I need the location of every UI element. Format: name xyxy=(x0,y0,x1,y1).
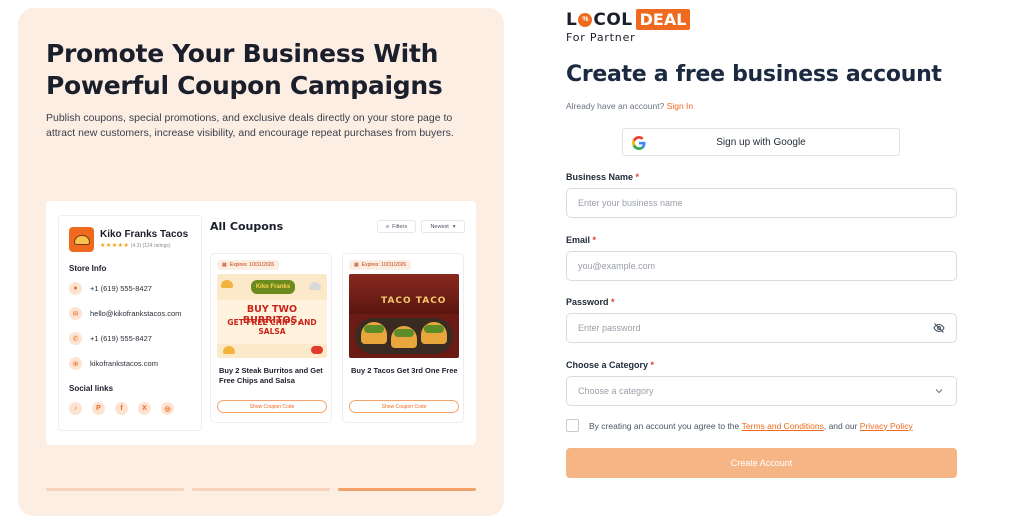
store-card: Kiko Franks Tacos ★★★★★ (4.3) (124 ratin… xyxy=(58,215,202,431)
carousel-indicator-1[interactable] xyxy=(46,488,184,491)
instagram-icon[interactable]: ◎ xyxy=(161,402,174,415)
carousel-indicator-2[interactable] xyxy=(192,488,330,491)
business-name-input[interactable]: Enter your business name xyxy=(566,188,957,218)
terms-link[interactable]: Terms and Conditions xyxy=(742,421,824,431)
tiktok-icon[interactable]: ♪ xyxy=(69,402,82,415)
category-placeholder: Choose a category xyxy=(578,386,654,396)
brand-logo[interactable]: L % COL DEAL xyxy=(566,9,691,30)
location-pin-icon: ● xyxy=(69,282,82,295)
coupon-image: TACO TACO xyxy=(349,274,459,358)
rating-text: (4.3) (124 ratings) xyxy=(130,243,171,249)
coupon-image-line-2: GET FREE CHIPS AND SALSA xyxy=(227,318,317,336)
show-coupon-code-button[interactable]: Show Coupon Code xyxy=(217,400,327,413)
facebook-icon[interactable]: f xyxy=(115,402,128,415)
tortilla-decoration-icon xyxy=(309,282,321,290)
expiry-text: Expires: 10/31/2026 xyxy=(229,262,275,268)
phone-icon: ✆ xyxy=(69,332,82,345)
all-coupons-heading: All Coupons xyxy=(210,220,284,233)
caret-down-icon: ▾ xyxy=(452,223,456,230)
store-website-row: ⊕ kikofrankstacos.com xyxy=(69,357,158,370)
social-links-heading: Social links xyxy=(69,384,114,393)
expiry-text: Expires: 10/31/2026 xyxy=(361,262,407,268)
email-label: Email * xyxy=(566,235,597,245)
store-name: Kiko Franks Tacos xyxy=(100,229,189,240)
taco-decoration-icon xyxy=(221,280,233,288)
sort-label: Newest xyxy=(430,223,449,230)
mail-icon: ✉ xyxy=(69,307,82,320)
expiry-badge: ▦ Expires: 10/31/2026 xyxy=(217,260,280,270)
promo-description: Publish coupons, special promotions, and… xyxy=(46,112,454,139)
coupon-image-sign: TACO TACO xyxy=(381,296,447,306)
calendar-icon: ▦ xyxy=(354,262,359,268)
filters-button[interactable]: ≡ Filters xyxy=(377,220,416,233)
expiry-badge: ▦ Expires: 10/31/2026 xyxy=(349,260,412,270)
store-rating: ★★★★★ (4.3) (124 ratings) xyxy=(100,242,171,249)
store-phone-row-2: ✆ +1 (619) 555-8427 xyxy=(69,332,152,345)
sign-in-link[interactable]: Sign In xyxy=(667,101,693,111)
google-button-label: Sign up with Google xyxy=(716,136,806,148)
google-icon xyxy=(632,136,646,150)
store-phone-2: +1 (619) 555-8427 xyxy=(90,334,152,343)
google-signup-button[interactable]: Sign up with Google xyxy=(622,128,900,156)
coupon-card[interactable]: ▦ Expires: 10/31/2026 TACO TACO Buy 2 Ta… xyxy=(342,253,464,423)
privacy-link[interactable]: Privacy Policy xyxy=(860,421,913,431)
sign-in-prompt: Already have an account? Sign In xyxy=(566,101,693,111)
promo-panel: Promote Your Business With Powerful Coup… xyxy=(18,8,504,516)
social-links: ♪ P f X ◎ xyxy=(69,402,174,415)
coupon-card[interactable]: ▦ Expires: 10/31/2026 Kiko Franks BUY TW… xyxy=(210,253,332,423)
coupon-image: Kiko Franks BUY TWO BURRITOS, GET FREE C… xyxy=(217,274,327,358)
globe-icon: ⊕ xyxy=(69,357,82,370)
already-have-account-text: Already have an account? xyxy=(566,101,665,111)
coupon-image-brand: Kiko Franks xyxy=(251,280,295,294)
terms-prefix-text: By creating an account you agree to the xyxy=(589,420,740,431)
terms-middle-text: , and our xyxy=(823,420,858,431)
sort-dropdown[interactable]: Newest ▾ xyxy=(421,220,465,233)
percent-badge-icon: % xyxy=(578,12,593,27)
eye-off-icon[interactable] xyxy=(933,322,945,334)
coupon-title: Buy 2 Tacos Get 3rd One Free xyxy=(351,366,458,375)
rating-stars-icon: ★★★★★ xyxy=(100,243,130,249)
category-label: Choose a Category * xyxy=(566,360,655,370)
show-coupon-code-button[interactable]: Show Coupon Code xyxy=(349,400,459,413)
promo-title: Promote Your Business With Powerful Coup… xyxy=(46,39,443,100)
logo-deal: DEAL xyxy=(635,9,691,30)
password-placeholder: Enter password xyxy=(578,323,641,333)
coupon-title: Buy 2 Steak Burritos and Get Free Chips … xyxy=(219,366,323,385)
store-email: hello@kikofrankstacos.com xyxy=(90,309,182,318)
taco-decoration-icon xyxy=(223,346,235,354)
password-input[interactable]: Enter password xyxy=(566,313,957,343)
logo-subtitle: For Partner xyxy=(566,31,636,44)
terms-checkbox[interactable] xyxy=(566,419,579,432)
store-logo xyxy=(69,227,94,252)
business-name-label: Business Name * xyxy=(566,172,640,182)
terms-agreement: By creating an account you agree to the … xyxy=(566,419,913,432)
chevron-down-icon xyxy=(935,389,943,394)
business-name-placeholder: Enter your business name xyxy=(578,198,683,208)
store-info-heading: Store Info xyxy=(69,264,107,273)
store-website: kikofrankstacos.com xyxy=(90,359,158,368)
logo-text-col: COL xyxy=(593,9,633,30)
create-account-button[interactable]: Create Account xyxy=(566,448,957,478)
store-preview: Kiko Franks Tacos ★★★★★ (4.3) (124 ratin… xyxy=(46,201,476,445)
email-placeholder: you@example.com xyxy=(578,261,656,271)
heart-decoration-icon xyxy=(311,346,323,354)
store-phone-row: ● +1 (619) 555-8427 xyxy=(69,282,152,295)
x-icon[interactable]: X xyxy=(138,402,151,415)
filter-icon: ≡ xyxy=(385,223,390,230)
pinterest-icon[interactable]: P xyxy=(92,402,105,415)
page-title: Create a free business account xyxy=(566,62,942,87)
carousel-indicator-3-active[interactable] xyxy=(338,488,476,491)
logo-text-l: L xyxy=(566,9,578,30)
filters-label: Filters xyxy=(392,223,408,230)
password-label: Password * xyxy=(566,297,615,307)
email-input[interactable]: you@example.com xyxy=(566,251,957,281)
store-phone: +1 (619) 555-8427 xyxy=(90,284,152,293)
category-select[interactable]: Choose a category xyxy=(566,376,957,406)
calendar-icon: ▦ xyxy=(222,262,227,268)
store-email-row: ✉ hello@kikofrankstacos.com xyxy=(69,307,181,320)
